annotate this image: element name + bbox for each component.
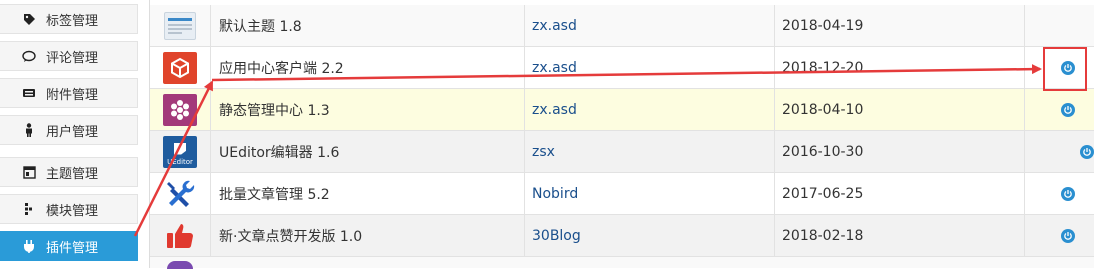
user-icon	[22, 123, 36, 137]
sidebar-item-label: 插件管理	[46, 240, 99, 256]
plugin-date: 2018-04-19	[774, 5, 1024, 46]
sidebar-item-label: 评论管理	[46, 50, 99, 66]
tools-icon	[163, 178, 197, 210]
plugin-author: Nobird	[524, 173, 774, 214]
sidebar-item-label: 附件管理	[46, 87, 99, 103]
power-icon[interactable]	[1061, 187, 1075, 201]
table-row: UEditor UEditor编辑器 1.6 zsx 2016-10-30	[150, 131, 1094, 173]
attachment-icon	[22, 86, 36, 100]
sidebar-item-plugins[interactable]: 插件管理	[0, 231, 138, 261]
plugin-name: UEditor编辑器 1.6	[210, 131, 524, 172]
static-center-icon	[163, 93, 197, 126]
plugin-icon	[22, 239, 36, 253]
plugin-date: 2018-04-10	[774, 89, 1024, 130]
plugin-date: 2017-06-25	[774, 173, 1024, 214]
ueditor-label: UEditor	[167, 157, 193, 166]
table-row: 应用中心客户端 2.2 zx.asd 2018-12-20	[150, 47, 1094, 89]
plugin-table: 默认主题 1.8 zx.asd 2018-04-19 应用中心客户端 2.2 z…	[149, 0, 1094, 269]
table-row: 默认主题 1.8 zx.asd 2018-04-19	[150, 5, 1094, 47]
plugin-author: zx.asd	[524, 5, 774, 46]
sidebar-item-tags[interactable]: 标签管理	[0, 4, 138, 34]
plugin-author: zx.asd	[524, 89, 774, 130]
sidebar-item-label: 标签管理	[46, 13, 99, 29]
thumbs-up-icon	[163, 220, 197, 252]
sidebar-item-label: 用户管理	[46, 124, 99, 140]
sidebar-item-themes[interactable]: 主题管理	[0, 157, 138, 187]
power-icon[interactable]	[1061, 103, 1075, 117]
plugin-author: 30Blog	[524, 215, 774, 256]
plugin-author: zsx	[524, 131, 774, 172]
comment-icon	[22, 49, 36, 63]
table-row: 批量文章管理 5.2 Nobird 2017-06-25	[150, 173, 1094, 215]
sidebar-item-modules[interactable]: 模块管理	[0, 194, 138, 224]
table-row: 新·文章点赞开发版 1.0 30Blog 2018-02-18	[150, 215, 1094, 257]
plugin-date: 2016-10-30	[774, 131, 1024, 172]
table-row: 静态管理中心 1.3 zx.asd 2018-04-10	[150, 89, 1094, 131]
power-icon[interactable]	[1080, 145, 1094, 159]
theme-icon	[22, 165, 36, 179]
table-row	[150, 257, 1094, 269]
power-icon[interactable]	[1061, 229, 1075, 243]
plugin-name: 默认主题 1.8	[210, 5, 524, 46]
plugin-name: 静态管理中心 1.3	[210, 89, 524, 130]
plugin-name: 批量文章管理 5.2	[210, 173, 524, 214]
tag-icon	[22, 12, 36, 26]
sidebar: 标签管理 评论管理 附件管理 用户管理 主题管理 模块管理 插件管理	[0, 0, 138, 268]
plugin-author: zx.asd	[524, 47, 774, 88]
sidebar-item-comments[interactable]: 评论管理	[0, 41, 138, 71]
theme-thumb-icon	[164, 11, 196, 40]
sidebar-item-users[interactable]: 用户管理	[0, 115, 138, 145]
plugin-name: 新·文章点赞开发版 1.0	[210, 215, 524, 256]
plugin-date: 2018-02-18	[774, 215, 1024, 256]
module-icon	[22, 202, 36, 216]
sidebar-item-label: 模块管理	[46, 203, 99, 219]
ueditor-icon: UEditor	[163, 135, 197, 168]
sidebar-item-label: 主题管理	[46, 166, 99, 182]
annotation-highlight-box	[1043, 47, 1087, 91]
plugin-date: 2018-12-20	[774, 47, 1024, 88]
plugin-name: 应用中心客户端 2.2	[210, 47, 524, 88]
app-center-icon	[163, 51, 197, 84]
sidebar-item-attachments[interactable]: 附件管理	[0, 78, 138, 108]
